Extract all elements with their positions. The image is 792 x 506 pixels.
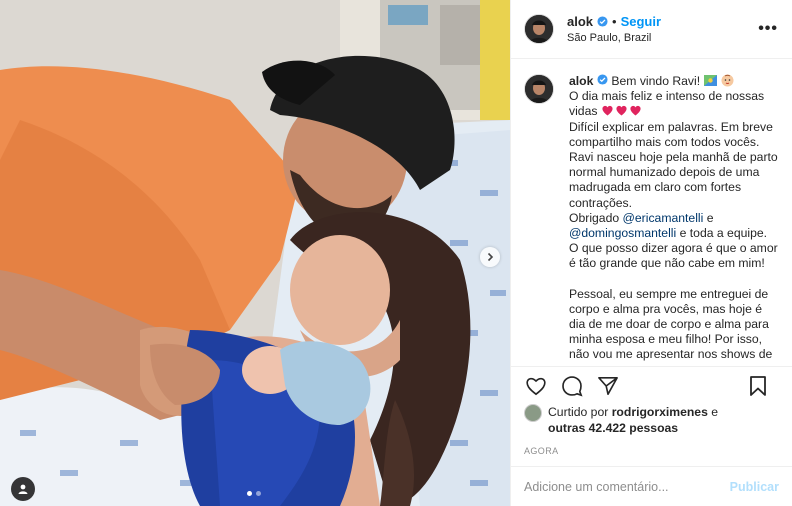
caption-text: alok Bem vindo Ravi! O dia mais feliz e i… <box>569 74 779 366</box>
caption-line1-text: O dia mais feliz e intenso de nossas vid… <box>569 89 765 119</box>
comment-icon <box>562 375 583 396</box>
mention-link[interactable]: @domingosmantelli <box>569 226 676 240</box>
heart-emoji-icon <box>616 106 627 116</box>
share-button[interactable] <box>596 374 620 398</box>
user-icon <box>18 484 28 494</box>
verified-badge-icon <box>597 74 608 85</box>
tagged-users-button[interactable] <box>11 477 35 501</box>
heart-icon <box>526 377 546 395</box>
caption-para3: Pessoal, eu sempre me entreguei de corpo… <box>569 286 773 362</box>
caption-thanks-suffix: e toda a equipe. <box>679 226 768 241</box>
liker-avatar[interactable] <box>524 404 542 422</box>
caption-intro: alok Bem vindo Ravi! <box>569 74 779 89</box>
publish-button[interactable]: Publicar <box>730 480 779 494</box>
carousel-dot-active <box>247 491 252 496</box>
chevron-right-icon <box>487 252 494 262</box>
comment-input[interactable]: Adicione um comentário... <box>524 480 730 494</box>
carousel-dot <box>256 491 261 496</box>
comment-box: Adicione um comentário... Publicar <box>511 466 792 506</box>
more-options-button[interactable]: ••• <box>754 20 778 38</box>
likes-summary: Curtido por rodrigorximenes e outras 42.… <box>511 404 792 441</box>
liker-username-link[interactable]: rodrigorximenes <box>612 405 708 419</box>
likes-connector: e <box>711 405 719 419</box>
avatar-image <box>525 75 553 103</box>
save-button[interactable] <box>746 374 770 398</box>
photo-illustration <box>0 0 510 506</box>
comment-button[interactable] <box>560 374 584 398</box>
header-line: alok • Seguir <box>567 14 754 29</box>
verified-badge-icon <box>597 16 608 27</box>
mention-link[interactable]: @ericamantelli <box>623 211 704 225</box>
username-link[interactable]: alok <box>567 14 593 29</box>
likes-text: Curtido por rodrigorximenes e outras 42.… <box>548 404 718 436</box>
bookmark-icon <box>750 376 766 396</box>
post-timestamp[interactable]: AGORA <box>511 441 792 466</box>
caption-area[interactable]: alok Bem vindo Ravi! O dia mais feliz e i… <box>511 59 792 366</box>
heart-emoji-icon <box>602 106 613 116</box>
likes-count-link[interactable]: outras 42.422 pessoas <box>548 421 678 435</box>
likes-prefix: Curtido por <box>548 405 609 419</box>
heart-emoji-icon <box>630 106 641 116</box>
post-header: alok • Seguir São Paulo, Brazil ••• <box>511 0 792 59</box>
like-button[interactable] <box>524 374 548 398</box>
caption-line1: O dia mais feliz e intenso de nossas vid… <box>569 89 779 119</box>
caption-intro-text: Bem vindo Ravi! <box>611 74 701 88</box>
header-text: alok • Seguir São Paulo, Brazil <box>567 14 754 44</box>
caption-para2: O que posso dizer agora é que o amor é t… <box>569 241 778 271</box>
instagram-post: alok • Seguir São Paulo, Brazil ••• alok… <box>0 0 792 506</box>
post-side-panel: alok • Seguir São Paulo, Brazil ••• alok… <box>510 0 792 506</box>
carousel-next-button[interactable] <box>480 247 500 267</box>
avatar-image <box>525 15 553 43</box>
caption-thanks-prefix: Obrigado <box>569 210 620 225</box>
rainbow-flag-icon <box>703 75 717 86</box>
follow-button[interactable]: Seguir <box>621 14 661 29</box>
caption-and: e <box>706 210 714 225</box>
caption-para1: Difícil explicar em palavras. Em breve c… <box>569 119 778 210</box>
caption-username[interactable]: alok <box>569 74 593 88</box>
avatar[interactable] <box>524 14 554 44</box>
action-bar <box>511 366 792 404</box>
separator: • <box>612 14 617 29</box>
carousel-indicator <box>247 491 261 496</box>
location-link[interactable]: São Paulo, Brazil <box>567 32 754 44</box>
baby-emoji-icon <box>721 74 734 87</box>
caption-thanks: Obrigado @ericamantelli e @domingosmante… <box>569 211 779 241</box>
post-photo[interactable] <box>0 0 510 506</box>
caption-avatar[interactable] <box>524 74 554 104</box>
send-icon <box>598 376 618 395</box>
